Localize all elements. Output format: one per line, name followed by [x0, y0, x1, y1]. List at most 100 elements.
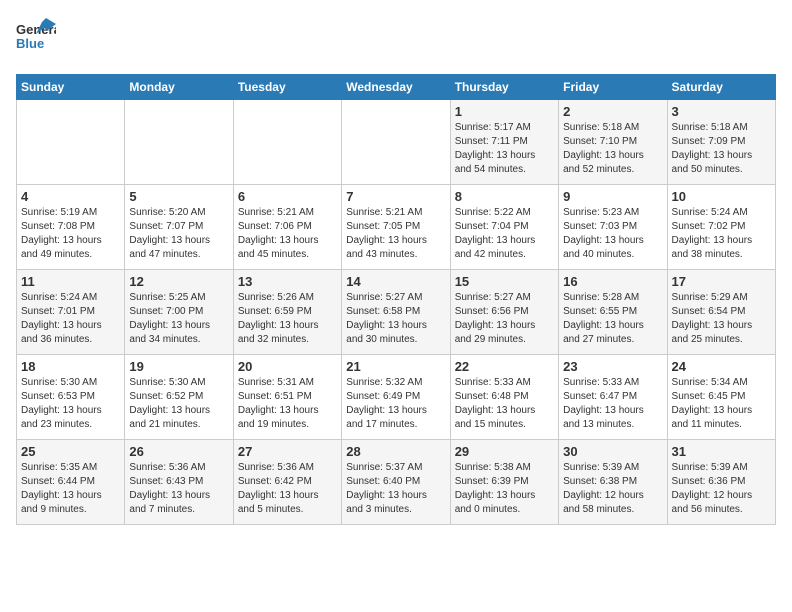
day-number: 24 [672, 359, 771, 374]
cell-info: and 40 minutes. [563, 248, 662, 262]
cell-info: Sunset: 6:45 PM [672, 390, 771, 404]
header-row: SundayMondayTuesdayWednesdayThursdayFrid… [17, 75, 776, 100]
cell-info: and 49 minutes. [21, 248, 120, 262]
day-number: 7 [346, 189, 445, 204]
day-header-sunday: Sunday [17, 75, 125, 100]
day-number: 28 [346, 444, 445, 459]
cell-info: Sunrise: 5:36 AM [129, 461, 228, 475]
calendar-cell: 2Sunrise: 5:18 AMSunset: 7:10 PMDaylight… [559, 100, 667, 185]
cell-info: and 58 minutes. [563, 503, 662, 517]
cell-info: Daylight: 13 hours [563, 319, 662, 333]
day-number: 15 [455, 274, 554, 289]
day-number: 29 [455, 444, 554, 459]
cell-info: Daylight: 13 hours [238, 234, 337, 248]
day-header-tuesday: Tuesday [233, 75, 341, 100]
cell-info: Sunrise: 5:23 AM [563, 206, 662, 220]
day-number: 4 [21, 189, 120, 204]
cell-info: Daylight: 12 hours [672, 489, 771, 503]
cell-info: and 36 minutes. [21, 333, 120, 347]
cell-info: and 25 minutes. [672, 333, 771, 347]
calendar-cell: 18Sunrise: 5:30 AMSunset: 6:53 PMDayligh… [17, 355, 125, 440]
day-number: 1 [455, 104, 554, 119]
cell-info: Daylight: 13 hours [672, 404, 771, 418]
calendar-cell: 9 Sunrise: 5:23 AMSunset: 7:03 PMDaylight… [559, 185, 667, 270]
cell-info: Sunset: 6:53 PM [21, 390, 120, 404]
calendar-cell: 20Sunrise: 5:31 AMSunset: 6:51 PMDayligh… [233, 355, 341, 440]
cell-info: Sunset: 7:05 PM [346, 220, 445, 234]
day-number: 25 [21, 444, 120, 459]
cell-info: Sunrise: 5:18 AM [563, 121, 662, 135]
cell-info: Sunrise: 5:36 AM [238, 461, 337, 475]
cell-info: Sunrise: 5:24 AM [672, 206, 771, 220]
cell-info: Sunset: 7:07 PM [129, 220, 228, 234]
day-number: 5 [129, 189, 228, 204]
cell-info: Daylight: 13 hours [21, 319, 120, 333]
calendar-cell: 11Sunrise: 5:24 AMSunset: 7:01 PMDayligh… [17, 270, 125, 355]
calendar-cell: 4 Sunrise: 5:19 AMSunset: 7:08 PMDaylight… [17, 185, 125, 270]
calendar-cell: 26Sunrise: 5:36 AMSunset: 6:43 PMDayligh… [125, 440, 233, 525]
calendar-cell: 14Sunrise: 5:27 AMSunset: 6:58 PMDayligh… [342, 270, 450, 355]
day-number: 17 [672, 274, 771, 289]
calendar-cell: 19Sunrise: 5:30 AMSunset: 6:52 PMDayligh… [125, 355, 233, 440]
cell-info: Sunrise: 5:18 AM [672, 121, 771, 135]
day-number: 19 [129, 359, 228, 374]
day-number: 23 [563, 359, 662, 374]
week-row-3: 11Sunrise: 5:24 AMSunset: 7:01 PMDayligh… [17, 270, 776, 355]
cell-info: Sunset: 6:44 PM [21, 475, 120, 489]
cell-info: Sunset: 7:08 PM [21, 220, 120, 234]
day-number: 8 [455, 189, 554, 204]
week-row-2: 4Sunrise: 5:19 AMSunset: 7:08 PMDaylight… [17, 185, 776, 270]
cell-info: and 11 minutes. [672, 418, 771, 432]
cell-info: and 42 minutes. [455, 248, 554, 262]
cell-info: Sunrise: 5:30 AM [21, 376, 120, 390]
cell-info: Sunset: 7:01 PM [21, 305, 120, 319]
cell-info: Sunrise: 5:39 AM [563, 461, 662, 475]
cell-info: Daylight: 13 hours [129, 234, 228, 248]
page-header: General Blue [16, 16, 776, 66]
cell-info: Daylight: 13 hours [21, 234, 120, 248]
logo-icon: General Blue [16, 16, 56, 66]
cell-info: Sunrise: 5:30 AM [129, 376, 228, 390]
cell-info: Daylight: 13 hours [563, 234, 662, 248]
cell-info: and 38 minutes. [672, 248, 771, 262]
cell-info: Sunset: 6:42 PM [238, 475, 337, 489]
cell-info: Sunset: 7:11 PM [455, 135, 554, 149]
cell-info: Sunset: 6:49 PM [346, 390, 445, 404]
day-number: 31 [672, 444, 771, 459]
cell-info: Daylight: 13 hours [346, 234, 445, 248]
day-header-thursday: Thursday [450, 75, 558, 100]
cell-info: Daylight: 13 hours [455, 234, 554, 248]
cell-info: Sunset: 6:54 PM [672, 305, 771, 319]
day-number: 9 [563, 189, 662, 204]
cell-info: Sunset: 7:03 PM [563, 220, 662, 234]
cell-info: Sunrise: 5:33 AM [455, 376, 554, 390]
day-number: 3 [672, 104, 771, 119]
cell-info: Sunrise: 5:31 AM [238, 376, 337, 390]
cell-info: Daylight: 13 hours [563, 404, 662, 418]
cell-info: Sunset: 6:56 PM [455, 305, 554, 319]
cell-info: Daylight: 13 hours [455, 489, 554, 503]
week-row-5: 25Sunrise: 5:35 AMSunset: 6:44 PMDayligh… [17, 440, 776, 525]
calendar-cell: 30Sunrise: 5:39 AMSunset: 6:38 PMDayligh… [559, 440, 667, 525]
calendar-cell: 6Sunrise: 5:21 AMSunset: 7:06 PMDaylight… [233, 185, 341, 270]
cell-info: and 17 minutes. [346, 418, 445, 432]
cell-info: and 0 minutes. [455, 503, 554, 517]
day-number: 30 [563, 444, 662, 459]
cell-info: Sunrise: 5:19 AM [21, 206, 120, 220]
calendar-cell: 22Sunrise: 5:33 AMSunset: 6:48 PMDayligh… [450, 355, 558, 440]
day-number: 14 [346, 274, 445, 289]
cell-info: and 13 minutes. [563, 418, 662, 432]
cell-info: Sunset: 7:00 PM [129, 305, 228, 319]
cell-info: Sunrise: 5:25 AM [129, 291, 228, 305]
cell-info: Sunrise: 5:28 AM [563, 291, 662, 305]
cell-info: Daylight: 13 hours [672, 319, 771, 333]
cell-info: Sunrise: 5:29 AM [672, 291, 771, 305]
cell-info: and 32 minutes. [238, 333, 337, 347]
cell-info: Daylight: 13 hours [563, 149, 662, 163]
cell-info: and 21 minutes. [129, 418, 228, 432]
calendar-cell: 17 Sunrise: 5:29 AMSunset: 6:54 PMDayligh… [667, 270, 775, 355]
cell-info: and 29 minutes. [455, 333, 554, 347]
cell-info: and 56 minutes. [672, 503, 771, 517]
cell-info: Sunset: 6:43 PM [129, 475, 228, 489]
day-number: 12 [129, 274, 228, 289]
